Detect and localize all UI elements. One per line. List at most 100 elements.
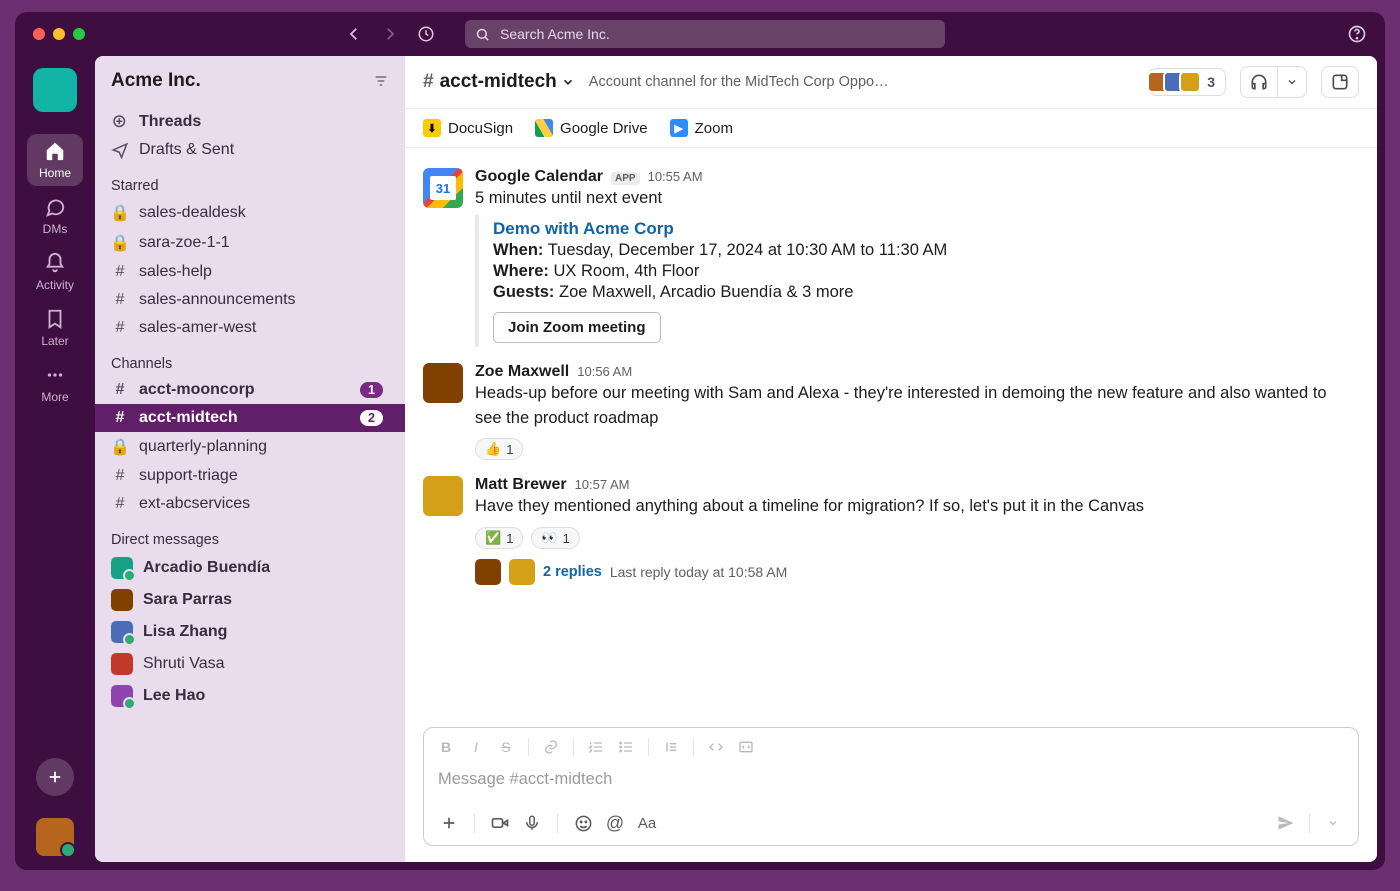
channel-sales-dealdesk[interactable]: 🔒sales-dealdesk — [95, 198, 405, 228]
forward-button[interactable] — [381, 25, 399, 43]
canvas-button[interactable] — [1321, 66, 1359, 98]
dm-arcadio[interactable]: Arcadio Buendía — [95, 552, 405, 584]
message-text: Have they mentioned anything about a tim… — [475, 494, 1353, 519]
avatar — [111, 685, 133, 707]
dm-shruti[interactable]: Shruti Vasa — [95, 648, 405, 680]
attach-button[interactable] — [434, 809, 464, 837]
reaction[interactable]: 👀1 — [531, 527, 579, 549]
message-list[interactable]: Google Calendar APP 10:55 AM 5 minutes u… — [405, 148, 1377, 721]
back-button[interactable] — [345, 25, 363, 43]
message-composer: B I S Message #acct-midte — [423, 727, 1359, 846]
close-window[interactable] — [33, 28, 45, 40]
home-icon — [44, 140, 66, 162]
nav-home[interactable]: Home — [27, 134, 83, 186]
bookmark-zoom[interactable]: ▶Zoom — [670, 119, 733, 137]
section-dms[interactable]: Direct messages — [95, 518, 405, 552]
ordered-list-button[interactable] — [582, 734, 610, 760]
send-options-button[interactable] — [1318, 809, 1348, 837]
bookmark-docusign[interactable]: ⬇DocuSign — [423, 119, 513, 137]
history-button[interactable] — [417, 25, 435, 43]
help-button[interactable] — [1347, 24, 1367, 44]
minimize-window[interactable] — [53, 28, 65, 40]
channel-acct-mooncorp[interactable]: #acct-mooncorp1 — [95, 376, 405, 404]
sender-name[interactable]: Matt Brewer — [475, 476, 567, 494]
zoom-icon: ▶ — [670, 119, 688, 137]
dm-lisa[interactable]: Lisa Zhang — [95, 616, 405, 648]
search-placeholder: Search Acme Inc. — [500, 26, 610, 42]
lock-icon: 🔒 — [111, 203, 129, 223]
channel-ext-abcservices[interactable]: #ext-abcservices — [95, 490, 405, 518]
nav-dms[interactable]: DMs — [27, 190, 83, 242]
plus-icon — [46, 768, 64, 786]
message-input[interactable]: Message #acct-midtech — [424, 766, 1358, 803]
avatar[interactable] — [423, 476, 463, 516]
bullet-list-button[interactable] — [612, 734, 640, 760]
sender-name[interactable]: Google Calendar — [475, 168, 603, 186]
nav-more[interactable]: More — [27, 358, 83, 410]
sidebar-threads[interactable]: Threads — [95, 108, 405, 136]
channel-topic[interactable]: Account channel for the MidTech Corp Opp… — [589, 74, 1134, 90]
hash-icon: # — [423, 71, 434, 93]
channel-quarterly-planning[interactable]: 🔒quarterly-planning — [95, 432, 405, 462]
codeblock-button[interactable] — [732, 734, 760, 760]
channel-sales-amer-west[interactable]: #sales-amer-west — [95, 314, 405, 342]
channel-sara-zoe-1-1[interactable]: 🔒sara-zoe-1-1 — [95, 228, 405, 258]
filter-button[interactable] — [373, 73, 389, 89]
channel-members-button[interactable]: 3 — [1148, 68, 1226, 96]
nav-activity[interactable]: Activity — [27, 246, 83, 298]
video-button[interactable] — [485, 809, 515, 837]
avatar[interactable] — [423, 363, 463, 403]
avatar — [475, 559, 501, 585]
hash-icon: # — [111, 381, 129, 399]
user-avatar[interactable] — [36, 818, 74, 856]
channel-sales-announcements[interactable]: #sales-announcements — [95, 286, 405, 314]
maximize-window[interactable] — [73, 28, 85, 40]
workspace-name[interactable]: Acme Inc. — [111, 70, 201, 92]
bookmark-gdrive[interactable]: Google Drive — [535, 119, 648, 137]
event-title[interactable]: Demo with Acme Corp — [493, 219, 1353, 239]
create-button[interactable] — [36, 758, 74, 796]
audio-button[interactable] — [517, 809, 547, 837]
message: Matt Brewer 10:57 AM Have they mentioned… — [423, 470, 1373, 595]
timestamp[interactable]: 10:56 AM — [577, 364, 632, 379]
timestamp[interactable]: 10:55 AM — [648, 169, 703, 184]
channel-acct-midtech[interactable]: #acct-midtech2 — [95, 404, 405, 432]
reaction[interactable]: 👍1 — [475, 438, 523, 460]
nav-later[interactable]: Later — [27, 302, 83, 354]
mention-button[interactable]: @ — [600, 809, 630, 837]
dm-sara[interactable]: Sara Parras — [95, 584, 405, 616]
section-starred[interactable]: Starred — [95, 164, 405, 198]
sidebar-drafts[interactable]: Drafts & Sent — [95, 136, 405, 164]
hash-icon: # — [111, 409, 129, 427]
italic-button[interactable]: I — [462, 734, 490, 760]
unread-badge: 1 — [360, 382, 383, 398]
strike-button[interactable]: S — [492, 734, 520, 760]
section-channels[interactable]: Channels — [95, 342, 405, 376]
format-toolbar: B I S — [424, 728, 1358, 766]
sender-name[interactable]: Zoe Maxwell — [475, 363, 569, 381]
join-zoom-button[interactable]: Join Zoom meeting — [493, 312, 661, 343]
message-text: Heads-up before our meeting with Sam and… — [475, 381, 1353, 431]
blockquote-button[interactable] — [657, 734, 685, 760]
format-toggle-button[interactable]: Aa — [632, 809, 662, 837]
link-button[interactable] — [537, 734, 565, 760]
channel-header: # acct-midtech Account channel for the M… — [405, 56, 1377, 109]
reaction[interactable]: ✅1 — [475, 527, 523, 549]
message: Zoe Maxwell 10:56 AM Heads-up before our… — [423, 357, 1373, 471]
docusign-icon: ⬇ — [423, 119, 441, 137]
thread-link[interactable]: 2 replies Last reply today at 10:58 AM — [475, 559, 1353, 585]
timestamp[interactable]: 10:57 AM — [575, 477, 630, 492]
channel-support-triage[interactable]: #support-triage — [95, 462, 405, 490]
emoji-button[interactable] — [568, 809, 598, 837]
channel-sales-help[interactable]: #sales-help — [95, 258, 405, 286]
huddle-button[interactable] — [1240, 66, 1307, 98]
window-controls — [33, 28, 85, 40]
search-input[interactable]: Search Acme Inc. — [465, 20, 945, 48]
send-button[interactable] — [1271, 809, 1301, 837]
bold-button[interactable]: B — [432, 734, 460, 760]
channel-name-button[interactable]: # acct-midtech — [423, 71, 575, 93]
canvas-icon — [1330, 72, 1350, 92]
dm-lee[interactable]: Lee Hao — [95, 680, 405, 712]
code-button[interactable] — [702, 734, 730, 760]
workspace-switcher[interactable] — [33, 68, 77, 112]
